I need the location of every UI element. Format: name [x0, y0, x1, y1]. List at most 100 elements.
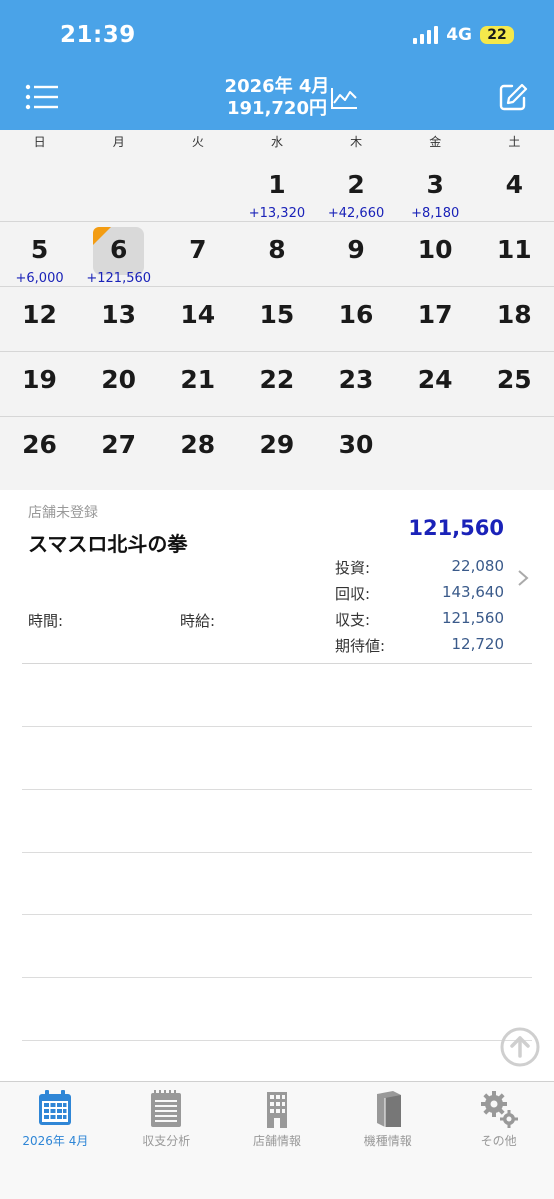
day-number: 26 — [22, 430, 57, 459]
weekday-sun: 日 — [33, 135, 46, 149]
tab-label: 2026年 4月 — [22, 1134, 89, 1148]
calendar-day[interactable] — [475, 418, 554, 482]
day-number: 2 — [347, 170, 365, 199]
day-amount: +42,660 — [327, 206, 385, 221]
signal-icon — [413, 26, 439, 44]
day-number: 5 — [30, 235, 49, 264]
book-icon — [376, 1091, 401, 1127]
calendar-day[interactable] — [158, 158, 237, 222]
calendar-day[interactable]: 30 — [317, 418, 396, 482]
calendar-day[interactable]: 29 — [237, 418, 316, 482]
day-number: 19 — [22, 365, 57, 394]
calendar-day[interactable]: 19 — [0, 353, 79, 417]
day-number: 9 — [347, 235, 365, 264]
calendar-day[interactable]: 21 — [158, 353, 237, 417]
calendar-day[interactable]: 14 — [158, 288, 237, 352]
tab-label: 店舗情報 — [252, 1134, 301, 1148]
calendar-day[interactable]: 27 — [79, 418, 158, 482]
tab-label: 機種情報 — [363, 1134, 412, 1148]
list-separator — [22, 789, 532, 790]
calendar-day[interactable]: 4 — [475, 158, 554, 222]
calendar-day[interactable]: 15 — [237, 288, 316, 352]
calendar-day[interactable]: 20 — [79, 353, 158, 417]
tab-machines[interactable]: 機種情報 — [332, 1082, 443, 1154]
calendar-day[interactable]: 28 — [158, 418, 237, 482]
weekday-header: 日 月 火 水 木 金 土 — [0, 130, 554, 158]
status-time: 21:39 — [60, 22, 136, 48]
day-number: 18 — [496, 300, 532, 329]
day-number: 25 — [496, 365, 532, 394]
entry-row[interactable]: 店舗未登録 スマスロ北斗の拳 121,560 投資: 22,080 回収: 14… — [22, 490, 532, 664]
calendar-day[interactable]: 23 — [317, 353, 396, 417]
calendar-week: 19 20 21 22 23 24 25 — [0, 353, 554, 417]
calendar-day[interactable] — [396, 418, 475, 482]
day-number: 21 — [180, 365, 216, 394]
day-amount: +13,320 — [248, 206, 306, 221]
balance-label: 収支: — [335, 611, 371, 629]
list-separator — [22, 914, 532, 915]
calendar-day[interactable]: 3 +8,180 — [396, 158, 475, 222]
day-number: 20 — [101, 365, 137, 394]
compose-icon — [499, 83, 528, 111]
tab-calendar[interactable]: 2026年 4月 — [0, 1082, 111, 1154]
calendar-day[interactable]: 7 — [158, 223, 237, 287]
weekday-fri: 金 — [429, 135, 442, 149]
building-icon — [266, 1092, 287, 1128]
calendar-icon — [39, 1090, 72, 1125]
calendar-day[interactable]: 17 — [396, 288, 475, 352]
notepad-icon — [151, 1090, 182, 1127]
machine-name: スマスロ北斗の拳 — [28, 532, 188, 556]
day-number: 10 — [417, 235, 453, 264]
calendar-week: 5 +6,000 6 +121,560 7 8 9 10 11 — [0, 223, 554, 287]
list-separator — [22, 852, 532, 853]
entry-net-amount: 121,560 — [408, 516, 504, 540]
tab-bar: 2026年 4月 収支分析 店舗情報 機種情報 その他 — [0, 1081, 554, 1199]
calendar-day[interactable]: 24 — [396, 353, 475, 417]
balance-value: 121,560 — [441, 609, 504, 627]
scroll-to-top-button[interactable] — [500, 1027, 540, 1067]
calendar-day[interactable]: 10 — [396, 223, 475, 287]
calendar-day[interactable]: 16 — [317, 288, 396, 352]
calendar-day-selected[interactable]: 6 +121,560 — [79, 223, 158, 287]
day-number: 29 — [259, 430, 295, 459]
calendar-day[interactable] — [79, 158, 158, 222]
calendar-day[interactable]: 11 — [475, 223, 554, 287]
calendar-day[interactable]: 18 — [475, 288, 554, 352]
weekday-sat: 土 — [508, 135, 521, 149]
chart-button[interactable] — [330, 86, 358, 110]
chevron-right-icon — [518, 570, 529, 586]
hourly-wage-label: 時給: — [180, 612, 216, 630]
tab-stores[interactable]: 店舗情報 — [222, 1082, 333, 1154]
day-number: 22 — [259, 365, 295, 394]
day-number: 28 — [180, 430, 216, 459]
calendar-day[interactable]: 1 +13,320 — [237, 158, 316, 222]
day-number: 14 — [180, 300, 216, 329]
calendar-day[interactable]: 12 — [0, 288, 79, 352]
day-number: 3 — [426, 170, 444, 199]
new-entry-button[interactable] — [498, 82, 528, 112]
calendar-grid: 1 +13,320 2 +42,660 3 +8,180 4 5 +6,000 6 +12… — [0, 158, 554, 490]
tab-other[interactable]: その他 — [443, 1082, 554, 1154]
list-separator — [22, 1040, 532, 1041]
calendar-day[interactable]: 22 — [237, 353, 316, 417]
calendar-week: 12 13 14 15 16 17 18 — [0, 288, 554, 352]
list-separator — [22, 726, 532, 727]
month-total: 191,720円 — [227, 98, 327, 119]
calendar-day[interactable]: 9 — [317, 223, 396, 287]
calendar-day[interactable]: 2 +42,660 — [317, 158, 396, 222]
month-title[interactable]: 2026年 4月 191,720円 — [0, 76, 554, 120]
status-indicators: 4G 22 — [413, 25, 514, 45]
tab-analysis[interactable]: 収支分析 — [111, 1082, 222, 1154]
weekday-wed: 水 — [270, 135, 283, 149]
calendar-day[interactable] — [0, 158, 79, 222]
calendar-day[interactable]: 8 — [237, 223, 316, 287]
nav-bar: 2026年 4月 191,720円 — [0, 68, 554, 130]
calendar-day[interactable]: 5 +6,000 — [0, 223, 79, 287]
day-number: 13 — [101, 300, 137, 329]
calendar-day[interactable]: 26 — [0, 418, 79, 482]
calendar-day[interactable]: 13 — [79, 288, 158, 352]
day-number: 27 — [101, 430, 137, 459]
day-number: 11 — [496, 235, 532, 264]
day-number: 4 — [505, 170, 524, 199]
calendar-day[interactable]: 25 — [475, 353, 554, 417]
